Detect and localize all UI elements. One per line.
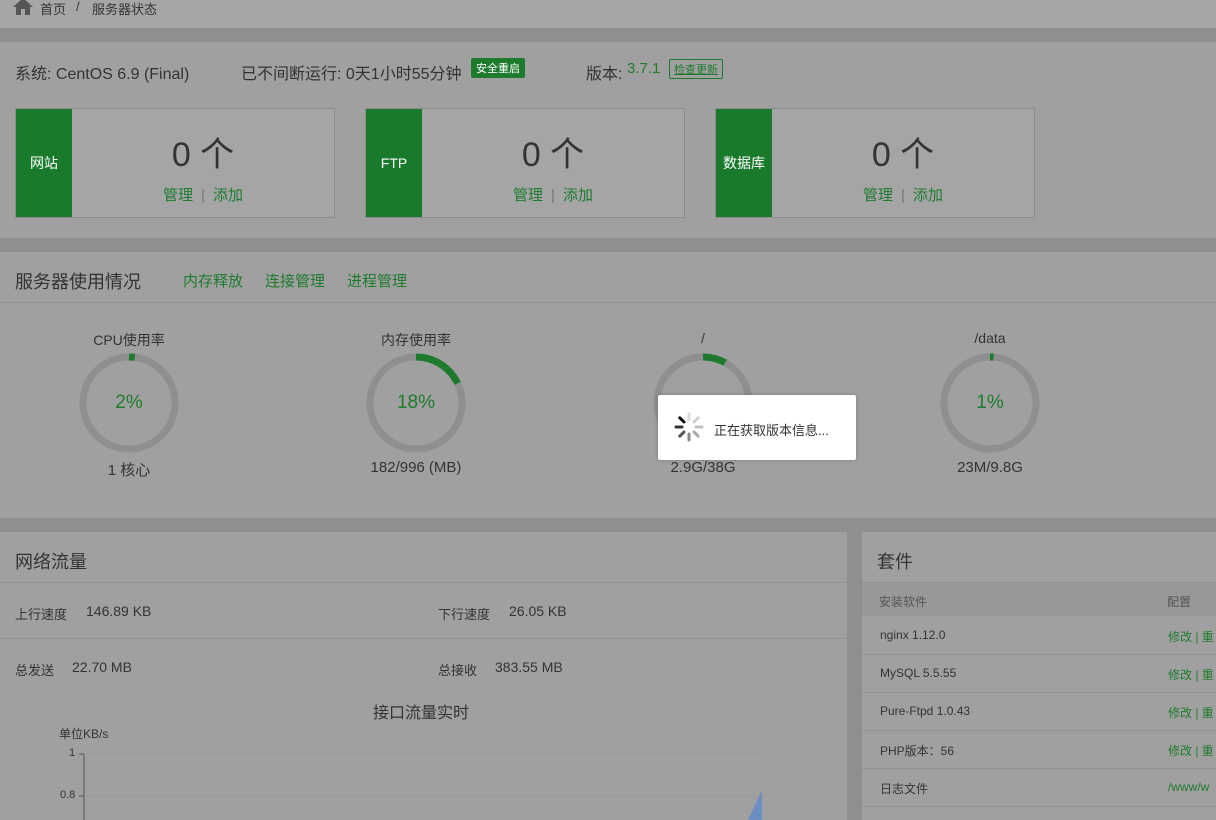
traffic-chart <box>79 753 766 820</box>
network-panel: 网络流量 上行速度 146.89 KB 下行速度 26.05 KB 总发送 22… <box>0 532 847 820</box>
breadcrumb-current: 服务器状态 <box>92 2 158 17</box>
website-count: 0 个 <box>171 136 235 174</box>
ftp-count: 0 个 <box>521 136 585 174</box>
website-card-label: 网站 <box>16 109 72 217</box>
data-disk-gauge-sub: 23M/9.8G <box>957 459 1023 476</box>
memory-release-link[interactable]: 内存释放 <box>183 270 243 291</box>
download-speed-value: 26.05 KB <box>509 603 567 619</box>
total-received-label: 总接收 <box>438 663 478 678</box>
table-row: MySQL 5.5.55 修改 | 重 <box>862 654 1216 693</box>
database-card-label: 数据库 <box>716 109 772 217</box>
uptime-info: 已不间断运行: 0天1小时55分钟 <box>241 66 462 83</box>
check-update-button[interactable]: 检查更新 <box>669 59 723 79</box>
y-tick-label: 0.8 <box>60 789 76 801</box>
connection-manage-link[interactable]: 连接管理 <box>265 270 325 291</box>
ftp-card: FTP 0 个 管理 | 添加 <box>365 108 685 218</box>
cpu-gauge-sub: 1 核心 <box>107 462 151 479</box>
loading-spinner-icon <box>674 412 704 442</box>
root-disk-gauge-sub: 2.9G/38G <box>670 459 736 476</box>
database-card-links: 管理 | 添加 <box>772 184 1034 205</box>
data-disk-gauge-title: /data <box>974 330 1006 346</box>
network-divider <box>0 582 847 583</box>
table-row: nginx 1.12.0 修改 | 重 <box>862 616 1216 655</box>
root-disk-gauge-title: / <box>701 330 705 346</box>
upload-speed-value: 146.89 KB <box>86 603 152 619</box>
breadcrumb-separator: / <box>76 0 80 14</box>
packages-title: 套件 <box>877 552 913 572</box>
link-separator: | <box>201 187 205 204</box>
usage-divider <box>0 302 1216 303</box>
divider-bar-vertical <box>847 532 862 820</box>
traffic-chart-title: 接口流量实时 <box>373 705 470 722</box>
total-sent-value: 22.70 MB <box>72 659 132 675</box>
ftp-manage-link[interactable]: 管理 <box>513 187 543 204</box>
home-icon[interactable] <box>12 0 34 16</box>
package-actions[interactable]: 修改 | 重 <box>1168 704 1214 721</box>
network-title: 网络流量 <box>15 552 87 572</box>
packages-table-header: 安装软件 配置 <box>862 583 1216 616</box>
restart-button[interactable]: 安全重启 <box>471 58 525 78</box>
website-manage-link[interactable]: 管理 <box>163 187 193 204</box>
gauge-fill-arc <box>415 353 461 386</box>
loading-text: 正在获取版本信息... <box>714 423 829 438</box>
package-name: MySQL 5.5.55 <box>880 666 957 680</box>
process-manage-link[interactable]: 进程管理 <box>347 270 407 291</box>
col-config-header: 配置 <box>1167 595 1192 609</box>
system-info: 系统: CentOS 6.9 (Final) <box>15 66 190 83</box>
traffic-area-series <box>748 790 762 820</box>
package-actions[interactable]: 修改 | 重 <box>1168 742 1214 759</box>
database-count: 0 个 <box>871 136 935 174</box>
upload-speed-label: 上行速度 <box>15 607 68 622</box>
col-software-header: 安装软件 <box>879 595 928 609</box>
link-separator: | <box>551 187 555 204</box>
version-label: 版本: <box>586 66 623 83</box>
log-path-link[interactable]: /www/w <box>1168 780 1209 794</box>
memory-gauge-sub: 182/996 (MB) <box>370 459 462 476</box>
database-manage-link[interactable]: 管理 <box>863 187 893 204</box>
package-actions[interactable]: 修改 | 重 <box>1168 666 1214 683</box>
divider-bar <box>0 518 1216 532</box>
package-name: 日志文件 <box>880 782 929 796</box>
ftp-card-links: 管理 | 添加 <box>422 184 684 205</box>
memory-gauge-title: 内存使用率 <box>381 332 451 348</box>
website-card-links: 管理 | 添加 <box>72 184 334 205</box>
usage-panel: 服务器使用情况 内存释放 连接管理 进程管理 CPU使用率 2% 1 核心 内存… <box>0 252 1216 518</box>
table-row: Pure-Ftpd 1.0.43 修改 | 重 <box>862 692 1216 731</box>
package-name: Pure-Ftpd 1.0.43 <box>880 704 971 718</box>
ftp-add-link[interactable]: 添加 <box>563 187 593 204</box>
loading-dialog: 正在获取版本信息... <box>658 395 856 460</box>
package-name: PHP版本：56 <box>880 744 955 758</box>
traffic-chart-unit: 单位KB/s <box>59 727 109 741</box>
divider-bar <box>0 28 1216 42</box>
total-sent-label: 总发送 <box>15 663 55 678</box>
gauge-fill-arc <box>702 353 727 366</box>
download-speed-label: 下行速度 <box>438 607 491 622</box>
database-card: 数据库 0 个 管理 | 添加 <box>715 108 1035 218</box>
database-add-link[interactable]: 添加 <box>913 187 943 204</box>
version-value: 3.7.1 <box>627 60 661 77</box>
memory-gauge-value: 18% <box>396 392 436 413</box>
package-actions[interactable]: 修改 | 重 <box>1168 628 1214 645</box>
ftp-card-label: FTP <box>366 109 422 217</box>
website-card: 网站 0 个 管理 | 添加 <box>15 108 335 218</box>
link-separator: | <box>901 187 905 204</box>
total-received-value: 383.55 MB <box>495 659 563 675</box>
network-row-divider <box>0 638 847 639</box>
data-disk-gauge-value: 1% <box>976 392 1004 413</box>
breadcrumb: 首页 / 服务器状态 <box>0 0 1216 28</box>
breadcrumb-home[interactable]: 首页 <box>40 0 66 18</box>
table-row: PHP版本：56 修改 | 重 <box>862 730 1216 769</box>
divider-bar <box>0 238 1216 252</box>
table-row: 日志文件 /www/w <box>862 768 1216 807</box>
package-name: nginx 1.12.0 <box>880 628 946 642</box>
overview-panel: 系统: CentOS 6.9 (Final) 已不间断运行: 0天1小时55分钟… <box>0 42 1216 238</box>
y-tick-label: 1 <box>69 747 76 759</box>
usage-title: 服务器使用情况 <box>15 272 141 292</box>
website-add-link[interactable]: 添加 <box>213 187 243 204</box>
cpu-gauge-title: CPU使用率 <box>93 332 165 348</box>
cpu-gauge-value: 2% <box>115 392 143 413</box>
